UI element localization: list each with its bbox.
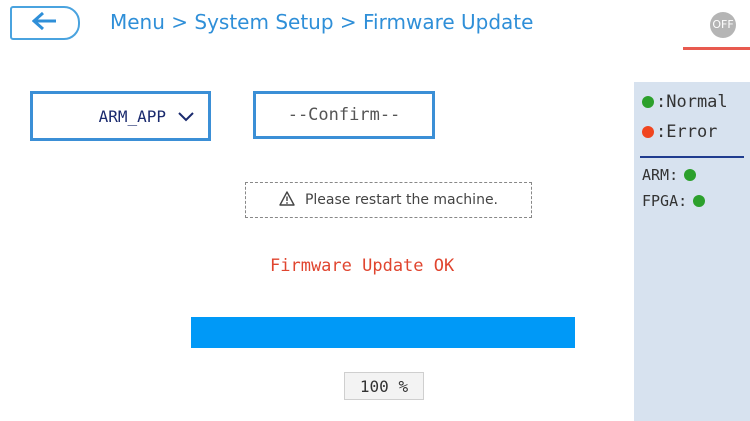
status-arm: ARM:: [642, 166, 698, 184]
confirm-button[interactable]: --Confirm--: [253, 91, 435, 139]
breadcrumb: Menu > System Setup > Firmware Update: [110, 10, 534, 34]
top-bar: Menu > System Setup > Firmware Update OF…: [0, 0, 750, 50]
restart-notice-text: Please restart the machine.: [304, 192, 499, 208]
arrow-left-icon: [31, 11, 58, 35]
red-dot-icon: [642, 126, 654, 138]
progress-percent: 100 %: [344, 372, 424, 400]
status-arm-label: ARM:: [642, 166, 679, 184]
status-fpga-label: FPGA:: [642, 192, 688, 210]
legend-normal: :Normal: [642, 92, 728, 112]
green-dot-icon: [693, 195, 706, 207]
update-progress-bar: [191, 317, 575, 348]
power-status-badge[interactable]: OFF: [710, 12, 736, 38]
status-sidebar: :Normal :Error ARM: FPGA:: [634, 82, 750, 421]
header-accent-line: [683, 47, 750, 50]
legend-error-label: :Error: [656, 122, 718, 142]
dropdown-selected-value: ARM_APP: [98, 106, 166, 126]
green-dot-icon: [642, 96, 654, 108]
status-fpga: FPGA:: [642, 192, 707, 210]
firmware-target-dropdown[interactable]: ARM_APP: [30, 91, 211, 141]
green-dot-icon: [684, 169, 697, 181]
legend-normal-label: :Normal: [656, 92, 728, 112]
legend-error: :Error: [642, 122, 717, 142]
update-status-message: Firmware Update OK: [270, 256, 455, 276]
back-button[interactable]: [10, 6, 80, 40]
progress-fill: [191, 317, 575, 348]
sidebar-divider: [640, 156, 744, 158]
warning-triangle-icon: [279, 190, 295, 210]
restart-notice: Please restart the machine.: [245, 182, 532, 218]
chevron-down-icon: [178, 107, 194, 126]
